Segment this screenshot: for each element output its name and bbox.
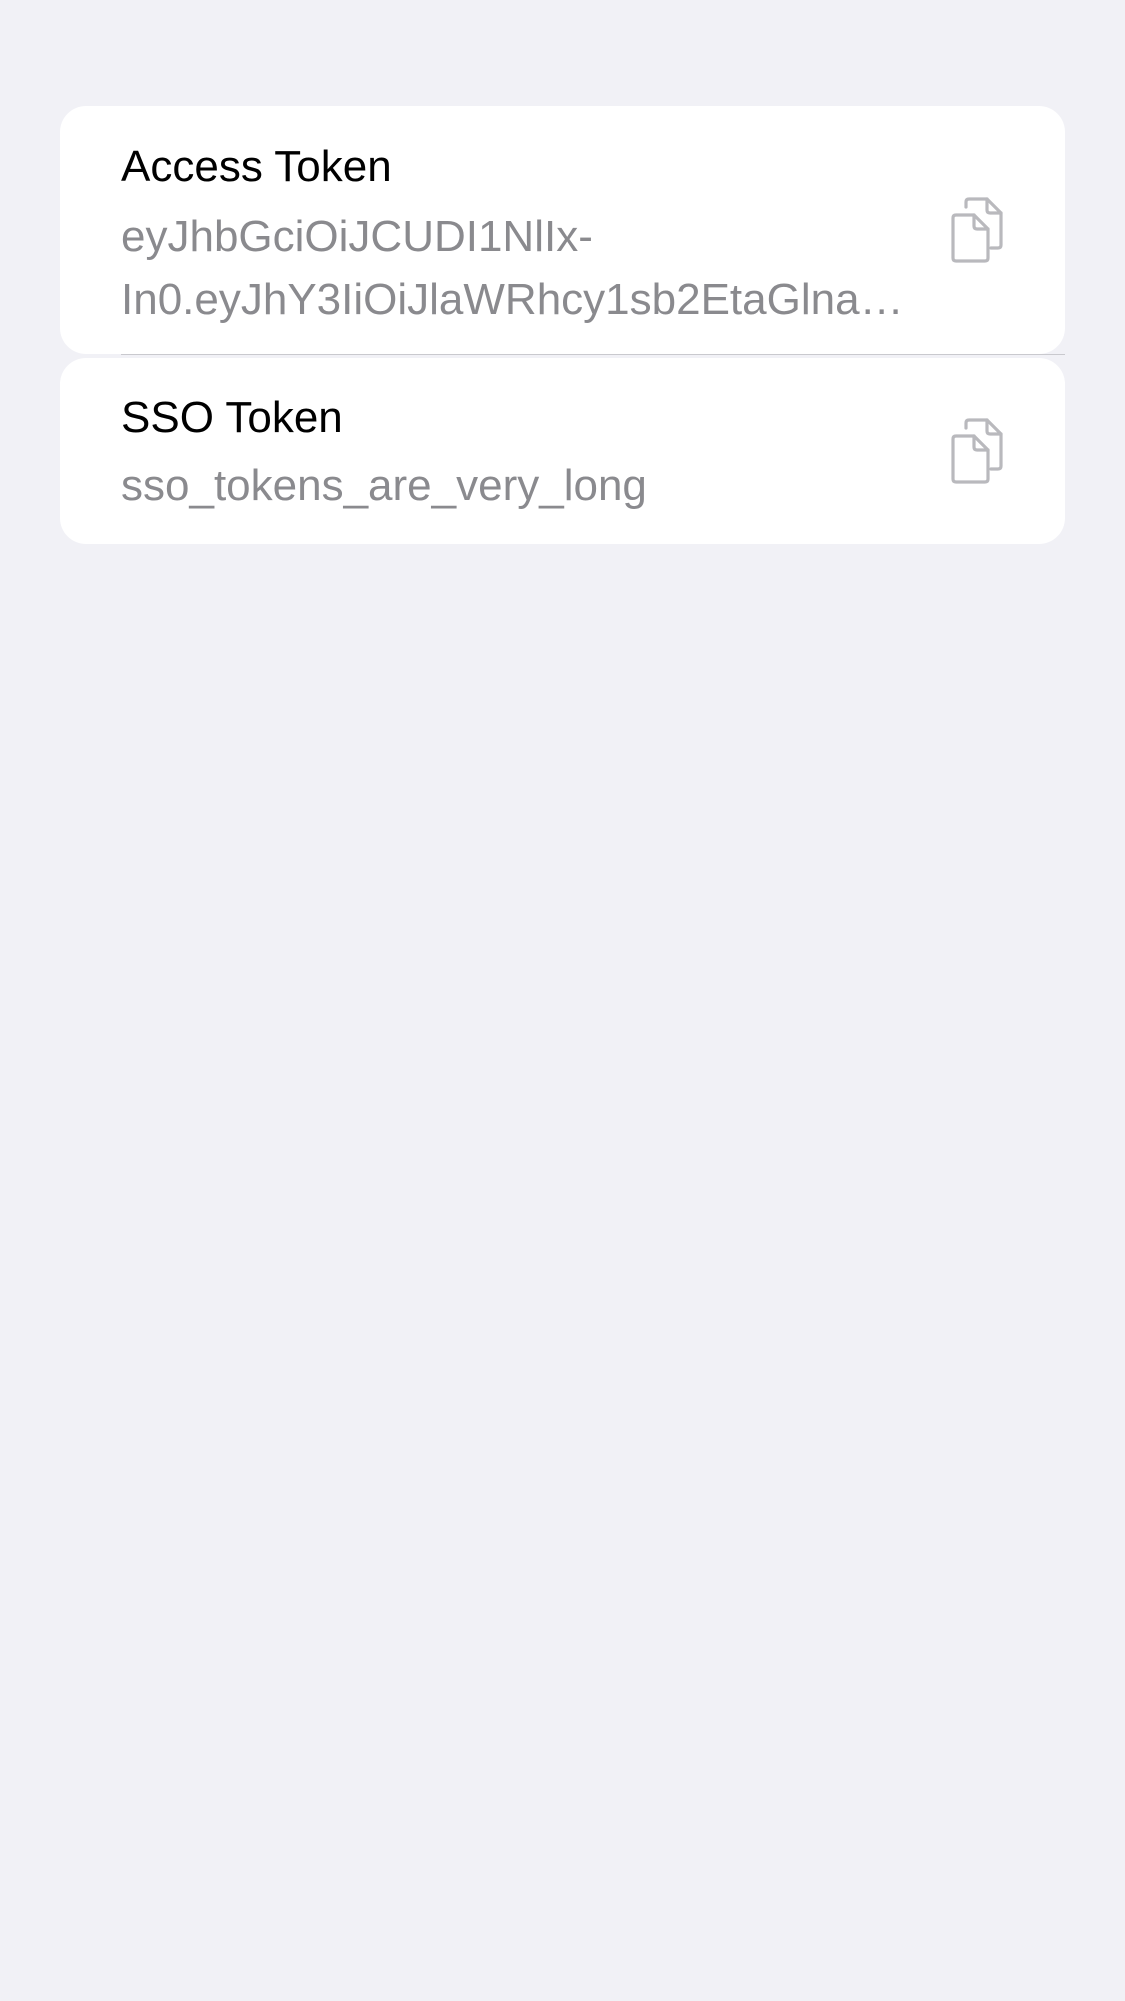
token-list: Access Token eyJhbGciOiJCUDI1NlIx- In0.e… [60,106,1065,544]
row-separator [121,354,1065,355]
access-token-row[interactable]: Access Token eyJhbGciOiJCUDI1NlIx- In0.e… [60,106,1065,354]
access-token-value: eyJhbGciOiJCUDI1NlIx- In0.eyJhY3IiOiJlaW… [121,205,921,331]
access-token-title: Access Token [121,142,392,191]
sso-token-row[interactable]: SSO Token sso_tokens_are_very_long [60,358,1065,544]
copy-access-token-button[interactable] [949,197,1005,263]
copy-sso-token-button[interactable] [949,418,1005,484]
copy-icon [951,197,1003,263]
sso-token-title: SSO Token [121,393,343,442]
sso-token-value: sso_tokens_are_very_long [121,461,647,510]
access-token-value-line-2: In0.eyJhY3IiOiJlaWRhcy1sb2EtaGlnaCIsImF1… [121,275,921,324]
access-token-value-line-1: eyJhbGciOiJCUDI1NlIx- [121,212,593,261]
copy-icon [951,418,1003,484]
